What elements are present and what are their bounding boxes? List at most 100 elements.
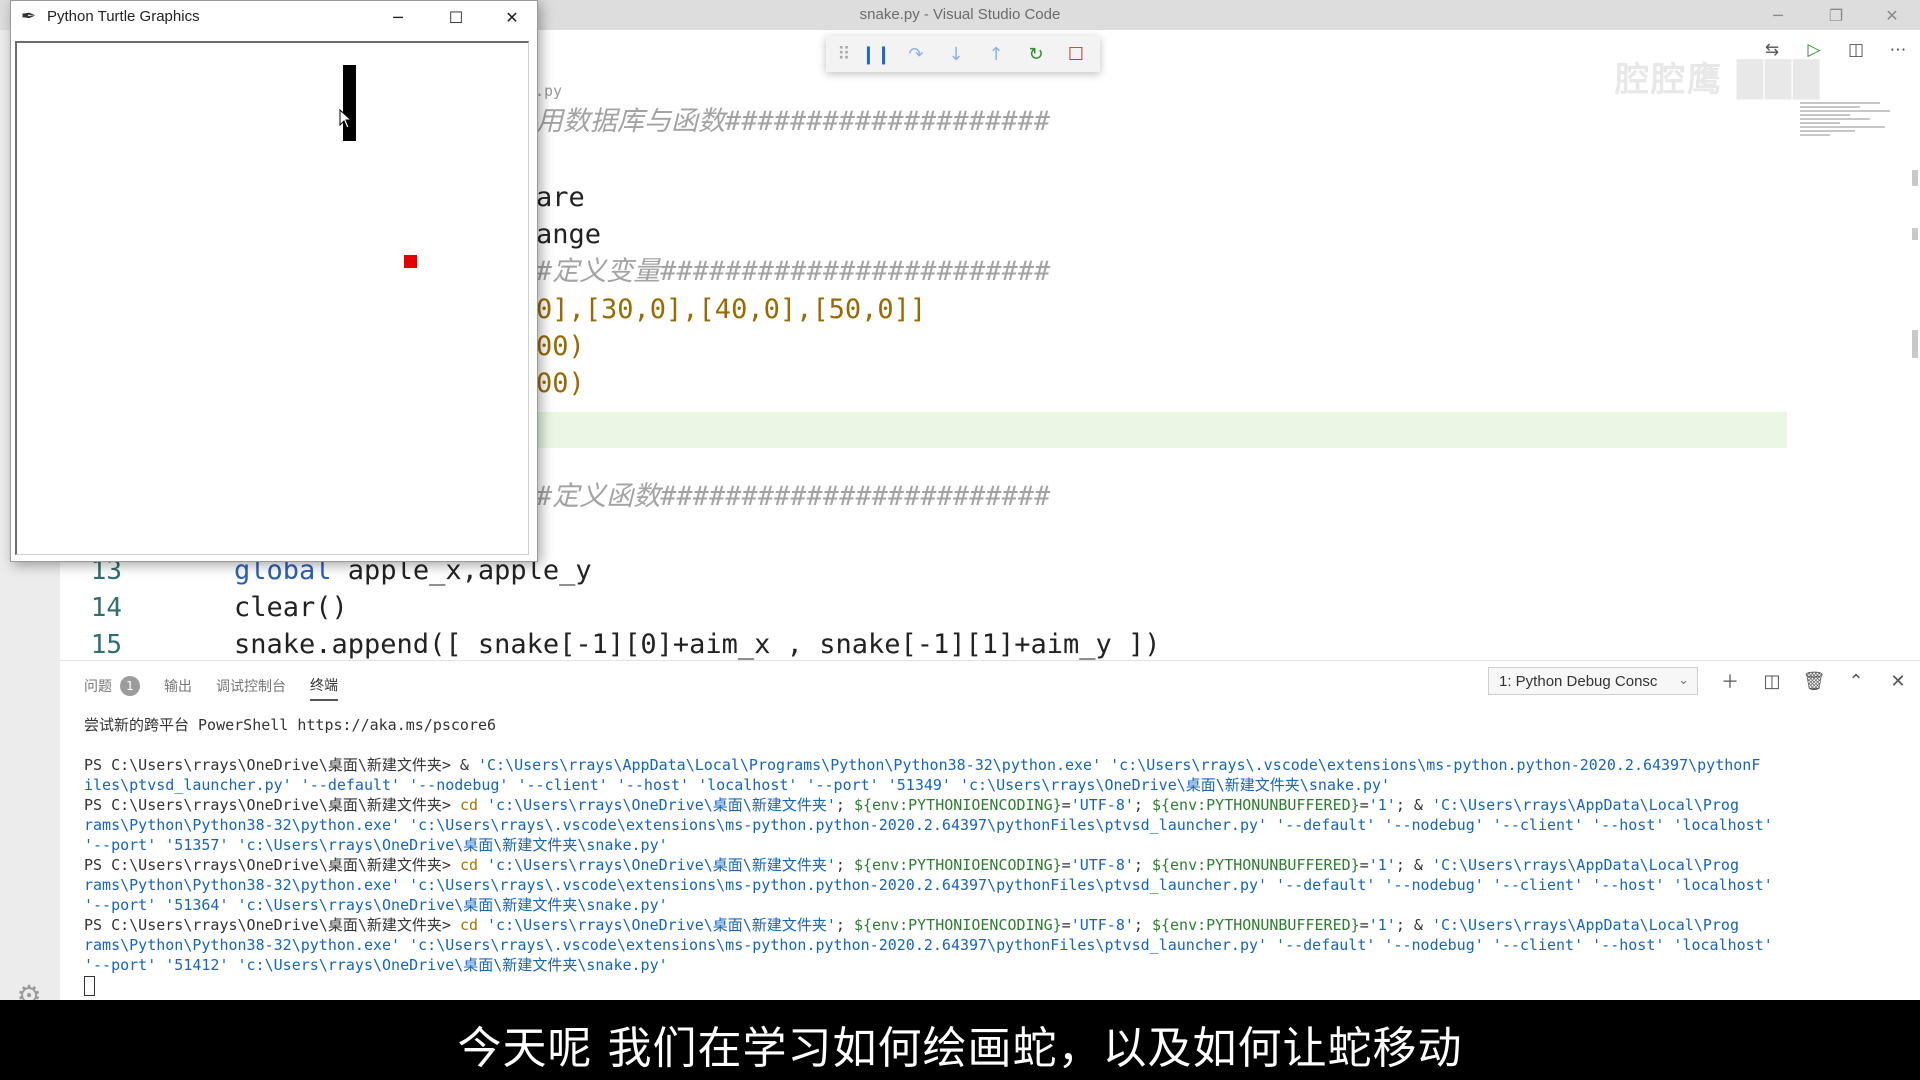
- trash-icon[interactable]: 🗑: [1800, 667, 1828, 695]
- subtitle-bar: 今天呢 我们在学习如何绘画蛇，以及如何让蛇移动: [0, 1000, 1920, 1080]
- terminal-text: ;: [1133, 796, 1152, 814]
- code-line: #定义函数########################: [536, 481, 1051, 512]
- terminal-line: rams\Python\Python38-32\python.exe' 'c:\…: [84, 815, 1884, 835]
- panel-tab[interactable]: 调试控制台: [216, 672, 286, 700]
- terminal-select[interactable]: 1: Python Debug Consc ⌄: [1488, 667, 1698, 695]
- panel-tab-label: 终端: [310, 678, 338, 694]
- panel-actions: ＋ ◫ 🗑 ⌃ ✕: [1716, 667, 1912, 695]
- step-over-icon[interactable]: ↷: [896, 36, 936, 72]
- terminal-text: PS C:\Users\rrays\OneDrive\桌面\新建文件夹>: [84, 796, 460, 814]
- chevron-up-icon[interactable]: ⌃: [1842, 667, 1870, 695]
- terminal-text: rams\Python\Python38-32\python.exe' 'c:\…: [84, 816, 1773, 834]
- terminal-text: '--port' '51364' 'c:\Users\rrays\OneDriv…: [84, 896, 668, 914]
- terminal-line: PS C:\Users\rrays\OneDrive\桌面\新建文件夹> cd …: [84, 915, 1884, 935]
- chevron-down-icon: ⌄: [1678, 672, 1689, 687]
- turtle-canvas[interactable]: [15, 41, 529, 555]
- split-icon[interactable]: ◫: [1758, 667, 1786, 695]
- stop-icon[interactable]: ☐: [1056, 36, 1096, 72]
- terminal-line: PS C:\Users\rrays\OneDrive\桌面\新建文件夹> & '…: [84, 755, 1884, 775]
- terminal-line: rams\Python\Python38-32\python.exe' 'c:\…: [84, 935, 1884, 955]
- terminal-text: PS C:\Users\rrays\OneDrive\桌面\新建文件夹>: [84, 856, 460, 874]
- terminal-line: PS C:\Users\rrays\OneDrive\桌面\新建文件夹> cd …: [84, 855, 1884, 875]
- bottom-panel: 问题 1 输出 调试控制台 终端 1: Python Debug Consc ⌄ ＋ ◫…: [60, 660, 1920, 1001]
- step-into-icon[interactable]: ↓: [936, 36, 976, 72]
- terminal-text: =: [1061, 796, 1071, 814]
- pause-icon[interactable]: ❙❙: [856, 36, 896, 72]
- terminal-text: PS C:\Users\rrays\OneDrive\桌面\新建文件夹>: [84, 916, 460, 934]
- code-line: clear(): [234, 590, 348, 626]
- terminal-text: ${env:PYTHONIOENCODING}: [853, 916, 1062, 934]
- debug-toolbar: ⠿ ❙❙ ↷ ↓ ↑ ↻ ☐: [826, 36, 1100, 72]
- terminal-text: =: [1359, 916, 1369, 934]
- terminal-text: ;: [835, 856, 854, 874]
- panel-tab[interactable]: 输出: [164, 672, 192, 700]
- apple: [404, 255, 417, 268]
- code-line: 00): [536, 331, 585, 362]
- terminal-text: ${env:PYTHONUNBUFFERED}: [1151, 916, 1360, 934]
- mouse-cursor-icon: [339, 109, 353, 129]
- panel-tab-label: 输出: [164, 679, 192, 695]
- terminal-text: 'C:\Users\rrays\AppData\Local\Prog: [1431, 916, 1739, 934]
- feather-icon: ✒: [21, 6, 37, 27]
- panel-tab[interactable]: 终端: [310, 671, 338, 701]
- panel-tab-label: 调试控制台: [216, 679, 286, 695]
- terminal-text: ${env:PYTHONIOENCODING}: [853, 796, 1062, 814]
- terminal-output[interactable]: 尝试新的跨平台 PowerShell https://aka.ms/pscore…: [84, 715, 1884, 996]
- terminal-text: cd: [459, 916, 488, 934]
- turtle-minimize-button[interactable]: ─: [369, 1, 427, 33]
- terminal-text: rams\Python\Python38-32\python.exe' 'c:\…: [84, 876, 1773, 894]
- terminal-text: ;: [835, 796, 854, 814]
- terminal-text: 'UTF-8': [1070, 856, 1134, 874]
- turtle-close-button[interactable]: ✕: [483, 1, 541, 33]
- turtle-maximize-button[interactable]: ☐: [427, 1, 485, 33]
- terminal-text: ;: [1133, 856, 1152, 874]
- turtle-title: Python Turtle Graphics: [47, 8, 200, 25]
- terminal-line: '--port' '51364' 'c:\Users\rrays\OneDriv…: [84, 895, 1884, 915]
- terminal-text: 'C:\Users\rrays\AppData\Local\Prog: [1431, 796, 1739, 814]
- code-line: 0],[30,0],[40,0],[50,0]]: [536, 294, 927, 325]
- code-line: ange: [536, 219, 602, 250]
- terminal-line: '--port' '51412' 'c:\Users\rrays\OneDriv…: [84, 955, 1884, 975]
- code-line: 00): [536, 368, 585, 399]
- terminal-text: '1': [1368, 856, 1396, 874]
- terminal-text: 'c:\Users\rrays\OneDrive\桌面\新建文件夹': [487, 856, 836, 874]
- terminal-text: ; &: [1395, 856, 1432, 874]
- grip-icon[interactable]: ⠿: [832, 36, 856, 72]
- problems-badge: 1: [120, 676, 140, 696]
- terminal-text: PS C:\Users\rrays\OneDrive\桌面\新建文件夹> &: [84, 756, 478, 774]
- terminal-line: rams\Python\Python38-32\python.exe' 'c:\…: [84, 875, 1884, 895]
- panel-tab[interactable]: 问题 1: [84, 672, 140, 700]
- terminal-text: =: [1359, 796, 1369, 814]
- terminal-text: iles\ptvsd_launcher.py' '--default' '--n…: [84, 776, 1391, 794]
- terminal-text: ; &: [1395, 796, 1432, 814]
- line-number: 15: [90, 630, 122, 660]
- terminal-select-label: 1: Python Debug Consc: [1499, 672, 1658, 690]
- terminal-text: 'c:\Users\rrays\OneDrive\桌面\新建文件夹': [487, 796, 836, 814]
- terminal-text: '--port' '51412' 'c:\Users\rrays\OneDriv…: [84, 956, 668, 974]
- restart-icon[interactable]: ↻: [1016, 36, 1056, 72]
- panel-tabs: 问题 1 输出 调试控制台 终端: [84, 671, 338, 701]
- line-number: 14: [90, 593, 122, 623]
- terminal-text: '--port' '51357' 'c:\Users\rrays\OneDriv…: [84, 836, 668, 854]
- snake: [343, 65, 356, 141]
- step-out-icon[interactable]: ↑: [976, 36, 1016, 72]
- turtle-window: ✒ Python Turtle Graphics ─ ☐ ✕: [10, 0, 538, 562]
- terminal-text: =: [1061, 856, 1071, 874]
- terminal-text: 'UTF-8': [1070, 796, 1134, 814]
- panel-tab-label: 问题: [84, 679, 112, 695]
- code-text: snake.append([ snake[-1][0]+aim_x , snak…: [234, 629, 1161, 660]
- code-text: clear(): [234, 592, 348, 623]
- add-icon[interactable]: ＋: [1716, 667, 1744, 695]
- terminal-text: ; &: [1395, 916, 1432, 934]
- terminal-prompt-line[interactable]: [84, 975, 1884, 996]
- terminal-text: =: [1061, 916, 1071, 934]
- turtle-titlebar[interactable]: ✒ Python Turtle Graphics ─ ☐ ✕: [11, 1, 537, 33]
- close-icon[interactable]: ✕: [1884, 667, 1912, 695]
- subtitle-text: 今天呢 我们在学习如何绘画蛇，以及如何让蛇移动: [457, 1023, 1463, 1074]
- code-line: snake.append([ snake[-1][0]+aim_x , snak…: [234, 627, 1161, 663]
- terminal-text: rams\Python\Python38-32\python.exe' 'c:\…: [84, 936, 1773, 954]
- code-line: #定义变量########################: [536, 256, 1051, 287]
- code-line: 用数据库与函数####################: [536, 106, 1051, 137]
- terminal-text: =: [1359, 856, 1369, 874]
